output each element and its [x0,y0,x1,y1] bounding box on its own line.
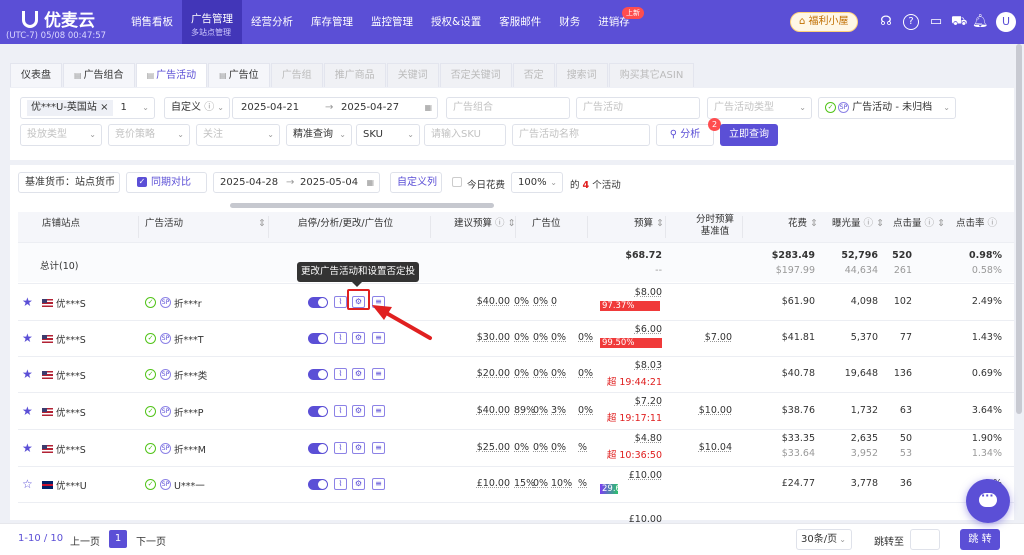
page-1-button[interactable]: 1 [109,530,127,548]
chevron-down-icon: ⌄ [839,535,846,544]
page-size-label: 30条/页 [801,534,838,545]
jump-page-input[interactable] [910,529,940,550]
next-page-button[interactable]: 下一页 [136,533,166,548]
chat-button[interactable] [966,479,1010,523]
prev-page-button[interactable]: 上一页 [70,533,100,548]
pointer-arrow [372,305,432,340]
page-range: 1-10 / 10 [18,533,64,544]
jump-button[interactable]: 跳 转 [960,529,1000,550]
jump-label: 跳转至 [874,537,904,548]
pagination-bar: 1-10 / 10 上一页 1 下一页 30条/页 ⌄ 跳转至 跳 转 [0,523,1024,555]
chat-icon [979,489,997,507]
vertical-scrollbar[interactable] [1016,44,1022,414]
page-size-select[interactable]: 30条/页 ⌄ [796,529,852,550]
